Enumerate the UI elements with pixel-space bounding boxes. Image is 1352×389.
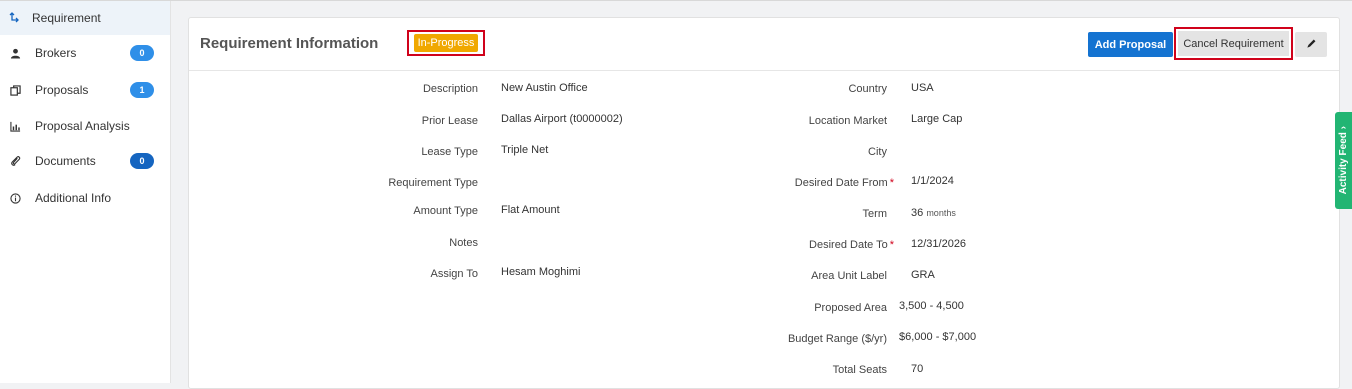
field-label: Country [848, 83, 887, 95]
count-badge: 1 [130, 82, 154, 98]
pencil-icon [1306, 37, 1317, 52]
cancel-highlight: Cancel Requirement [1174, 27, 1293, 60]
field-value: 70 [911, 363, 924, 375]
status-badge: In-Progress [413, 34, 479, 52]
top-border [0, 0, 1352, 1]
field-label: City [868, 146, 887, 158]
sidebar-item-label: Documents [35, 154, 96, 168]
field-value: USA [911, 82, 934, 94]
paperclip-icon [8, 154, 22, 168]
info-icon [8, 191, 22, 205]
field-value: 36 months [911, 207, 956, 219]
cancel-requirement-button[interactable]: Cancel Requirement [1178, 31, 1289, 56]
sidebar-item-brokers[interactable]: Brokers 0 [0, 36, 170, 70]
user-icon [8, 46, 22, 60]
sidebar-item-proposal-analysis[interactable]: Proposal Analysis [0, 109, 170, 143]
field-label: Total Seats [832, 364, 887, 376]
field-value: 1/1/2024 [911, 175, 954, 187]
field-label: Notes [449, 237, 478, 249]
term-unit: months [926, 208, 956, 218]
field-value: Hesam Moghimi [501, 266, 581, 278]
sidebar-item-documents[interactable]: Documents 0 [0, 144, 170, 178]
field-label: Term [862, 208, 887, 220]
field-label-required: Desired Date To * [809, 239, 894, 251]
field-label: Proposed Area [814, 302, 887, 314]
field-value: Triple Net [501, 144, 549, 156]
sidebar-item-label: Proposal Analysis [35, 119, 130, 133]
field-value: $6,000 - $7,000 [899, 331, 977, 343]
field-value: 3,500 - 4,500 [899, 300, 964, 312]
field-label: Desired Date To [809, 239, 888, 251]
sidebar: Requirement Brokers 0 Proposals 1 Propos… [0, 1, 171, 383]
field-value: Flat Amount [501, 204, 560, 216]
field-label: Area Unit Label [811, 270, 887, 282]
bar-chart-icon [8, 119, 22, 133]
card-header: Requirement Information In-Progress Add … [189, 18, 1339, 71]
activity-feed-tab[interactable]: Activity Feed › [1335, 112, 1352, 209]
sidebar-item-label: Brokers [35, 46, 77, 60]
card-title: Requirement Information [200, 35, 379, 52]
term-value: 36 [911, 207, 924, 219]
field-label: Lease Type [421, 146, 478, 158]
field-label: Assign To [430, 268, 479, 280]
field-label: Desired Date From [794, 177, 888, 189]
activity-feed-label: Activity Feed › [1338, 126, 1349, 194]
field-label: Prior Lease [421, 115, 478, 127]
field-label: Location Market [808, 115, 887, 127]
sidebar-item-requirement[interactable]: Requirement [0, 1, 170, 35]
required-marker: * [889, 177, 894, 189]
activity-feed-text: Activity Feed [1338, 132, 1349, 195]
field-value: Large Cap [911, 113, 963, 125]
sidebar-item-proposals[interactable]: Proposals 1 [0, 73, 170, 107]
field-label: Description [422, 83, 478, 95]
edit-button[interactable] [1295, 32, 1327, 57]
requirement-information-card: Requirement Information In-Progress Add … [188, 17, 1340, 389]
chevron-up-icon: › [1338, 126, 1349, 130]
field-value: Dallas Airport (t0000002) [501, 113, 623, 125]
field-label: Requirement Type [388, 177, 478, 189]
sidebar-item-additional-info[interactable]: Additional Info [0, 181, 170, 215]
field-value: New Austin Office [501, 82, 588, 94]
count-badge: 0 [130, 45, 154, 61]
status-highlight: In-Progress [407, 30, 485, 56]
field-label: Budget Range ($/yr) [787, 333, 887, 345]
sidebar-item-label: Additional Info [35, 191, 112, 205]
required-marker: * [889, 239, 894, 251]
copy-icon [8, 83, 22, 97]
count-badge: 0 [130, 153, 154, 169]
field-value: GRA [911, 269, 935, 281]
field-label-required: Desired Date From * [795, 177, 894, 189]
sidebar-item-label: Requirement [32, 11, 101, 25]
branch-icon [8, 11, 22, 25]
field-value: 12/31/2026 [911, 238, 967, 250]
sidebar-item-label: Proposals [35, 83, 89, 97]
field-label: Amount Type [413, 205, 478, 217]
add-proposal-button[interactable]: Add Proposal [1088, 32, 1173, 57]
